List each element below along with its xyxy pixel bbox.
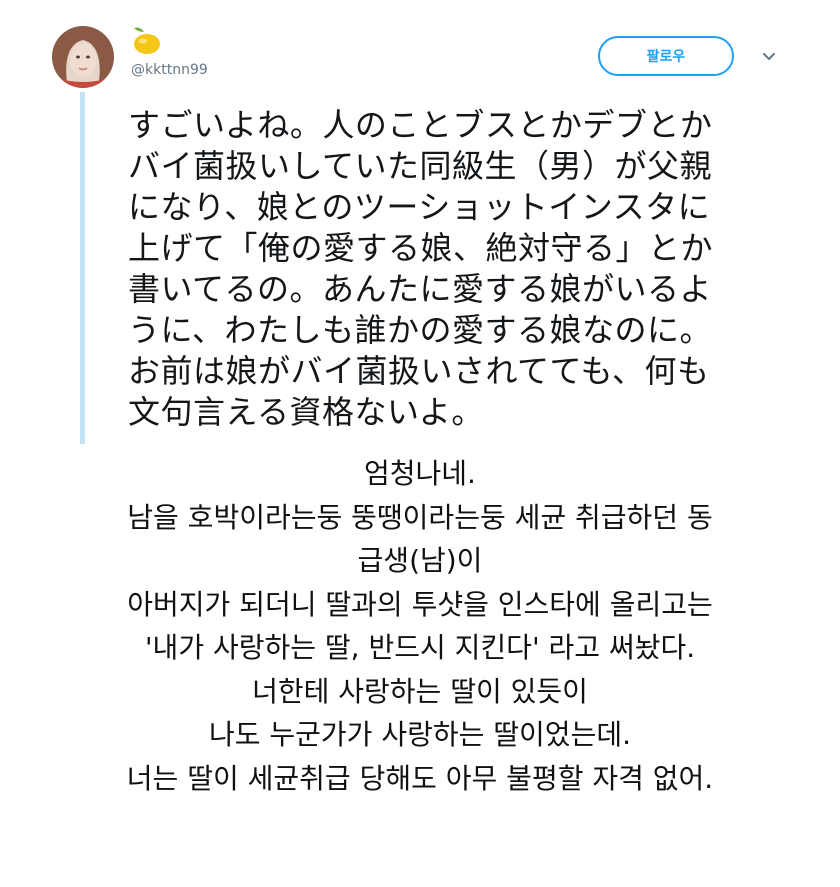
translation-line: 나도 누군가가 사랑하는 딸이었는데. — [208, 718, 631, 751]
translation-text: 엄청나네. 남을 호박이라는둥 뚱땡이라는둥 세균 취급하던 동 급생(남)이 … — [0, 452, 840, 800]
translation-line: 너한테 사랑하는 딸이 있듯이 — [252, 674, 588, 708]
translation-line: 아버지가 되더니 딸과의 투샷을 인스타에 올리고는 — [127, 587, 713, 621]
user-handle[interactable]: @kkttnn99 — [131, 62, 208, 78]
lemon-icon — [128, 26, 162, 56]
translation-line: 너는 딸이 세균취급 당해도 아무 불평할 자격 없어. — [126, 761, 714, 795]
tweet-line: うに、わたしも誰かの愛する娘なのに。 — [128, 311, 713, 349]
tweet-line: 書いてるの。あんたに愛する娘がいるよ — [128, 270, 713, 308]
tweet-line: 文句言える資格ないよ。 — [128, 393, 484, 431]
tweet-line: お前は娘がバイ菌扱いされてても、何も — [128, 352, 710, 390]
avatar[interactable] — [52, 26, 114, 88]
tweet-line: すごいよね。人のことブスとかデブとか — [128, 106, 713, 144]
tweet-line: バイ菌扱いしていた同級生（男）が父親 — [128, 147, 713, 185]
translation-line: 남을 호박이라는둥 뚱땡이라는둥 세균 취급하던 동 — [127, 500, 713, 534]
tweet-card: @kkttnn99 팔로우 すごいよね。人のことブスとかデブとか バイ菌扱いして… — [0, 0, 840, 455]
tweet-line: になり、娘とのツーショットインスタに — [128, 188, 711, 226]
thread-line — [80, 92, 85, 444]
avatar-photo-icon — [52, 26, 114, 88]
translation-line: '내가 사랑하는 딸, 반드시 지킨다' 라고 써놨다. — [144, 631, 696, 664]
translation-line: 급생(남)이 — [357, 544, 483, 577]
tweet-line: 上げて「俺の愛する娘、絶対守る」とか — [128, 229, 714, 267]
tweet-text: すごいよね。人のことブスとかデブとか バイ菌扱いしていた同級生（男）が父親 にな… — [128, 105, 778, 433]
translation-line: 엄청나네. — [364, 457, 476, 490]
follow-button[interactable]: 팔로우 — [598, 36, 734, 76]
chevron-down-icon[interactable] — [758, 46, 780, 68]
